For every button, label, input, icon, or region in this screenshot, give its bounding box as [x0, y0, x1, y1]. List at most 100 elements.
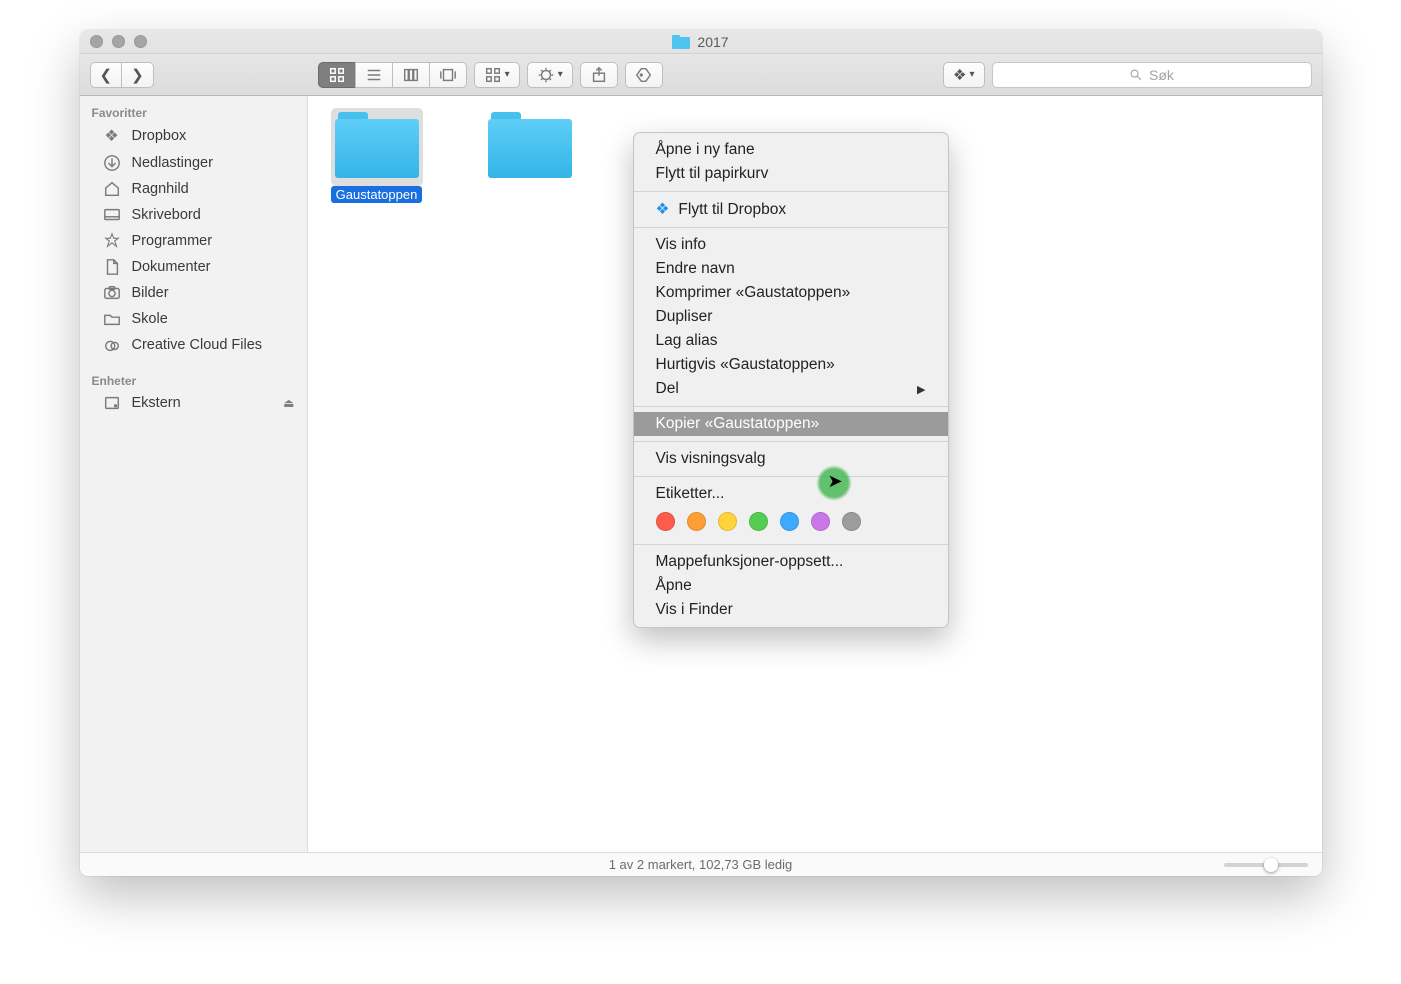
- sidebar-item-creative-cloud[interactable]: Creative Cloud Files: [80, 332, 307, 358]
- sidebar-item-label: Skole: [132, 311, 168, 327]
- status-bar: 1 av 2 markert, 102,73 GB ledig: [80, 852, 1322, 876]
- sidebar-item-dropbox[interactable]: ❖ Dropbox: [80, 122, 307, 150]
- minimize-icon[interactable]: [112, 35, 125, 48]
- menu-duplicate[interactable]: Dupliser: [634, 305, 948, 329]
- menu-make-alias[interactable]: Lag alias: [634, 329, 948, 353]
- sidebar-item-skole[interactable]: Skole: [80, 306, 307, 332]
- dropbox-icon: ❖: [953, 66, 966, 84]
- dropbox-toolbar-button[interactable]: ❖ ▾: [943, 62, 984, 88]
- menu-separator: [634, 227, 948, 228]
- folder-icon: [102, 310, 122, 328]
- disk-icon: [102, 394, 122, 412]
- sidebar-item-ragnhild[interactable]: Ragnhild: [80, 176, 307, 202]
- sidebar-item-label: Ekstern: [132, 395, 181, 411]
- pictures-icon: [102, 284, 122, 302]
- gallery-view-button[interactable]: [429, 62, 467, 88]
- search-placeholder: Søk: [1149, 67, 1174, 83]
- sidebar-item-nedlastinger[interactable]: Nedlastinger: [80, 150, 307, 176]
- share-button[interactable]: [580, 62, 618, 88]
- tag-color-dot[interactable]: [811, 512, 830, 531]
- tag-color-row: [634, 506, 948, 539]
- sidebar-item-label: Dropbox: [132, 128, 187, 144]
- close-icon[interactable]: [90, 35, 103, 48]
- folder-item-unnamed[interactable]: [481, 112, 579, 184]
- menu-separator: [634, 544, 948, 545]
- context-menu: Åpne i ny fane Flytt til papirkurv ❖ Fly…: [633, 132, 949, 628]
- nav-buttons: ❮ ❯: [90, 62, 154, 88]
- menu-move-trash[interactable]: Flytt til papirkurv: [634, 162, 948, 186]
- window-title-text: 2017: [697, 34, 728, 50]
- search-icon: [1129, 68, 1143, 82]
- main-content: Gaustatoppen Åpne i ny fane Flytt til pa…: [308, 96, 1322, 852]
- menu-rename[interactable]: Endre navn: [634, 257, 948, 281]
- sidebar-item-bilder[interactable]: Bilder: [80, 280, 307, 306]
- folder-icon: [672, 35, 690, 49]
- fullscreen-icon[interactable]: [134, 35, 147, 48]
- applications-icon: [102, 232, 122, 250]
- documents-icon: [102, 258, 122, 276]
- menu-tags-label: Etiketter...: [634, 482, 948, 506]
- tag-color-dot[interactable]: [749, 512, 768, 531]
- menu-get-info[interactable]: Vis info: [634, 233, 948, 257]
- menu-separator: [634, 191, 948, 192]
- tags-button[interactable]: [625, 62, 663, 88]
- sidebar-item-dokumenter[interactable]: Dokumenter: [80, 254, 307, 280]
- menu-quicklook[interactable]: Hurtigvis «Gaustatoppen»: [634, 353, 948, 377]
- menu-view-options[interactable]: Vis visningsvalg: [634, 447, 948, 471]
- folder-icon: [488, 112, 572, 178]
- finder-window: 2017 ❮ ❯ ▾: [80, 30, 1322, 876]
- menu-compress[interactable]: Komprimer «Gaustatoppen»: [634, 281, 948, 305]
- sidebar-item-label: Programmer: [132, 233, 213, 249]
- menu-separator: [634, 441, 948, 442]
- traffic-lights: [90, 35, 147, 48]
- sidebar-item-programmer[interactable]: Programmer: [80, 228, 307, 254]
- sidebar-item-label: Creative Cloud Files: [132, 337, 263, 353]
- folder-label: Gaustatoppen: [331, 186, 423, 203]
- sidebar-section-favoritter: Favoritter: [80, 102, 307, 122]
- tag-color-dot[interactable]: [687, 512, 706, 531]
- menu-folder-actions[interactable]: Mappefunksjoner-oppsett...: [634, 550, 948, 574]
- window-title: 2017: [672, 34, 728, 50]
- eject-icon[interactable]: ⏏: [283, 396, 294, 410]
- tag-color-dot[interactable]: [842, 512, 861, 531]
- folder-item-gaustatoppen[interactable]: Gaustatoppen: [328, 108, 426, 203]
- home-icon: [102, 180, 122, 198]
- icon-size-slider[interactable]: [1224, 863, 1308, 867]
- sidebar-item-label: Nedlastinger: [132, 155, 213, 171]
- menu-move-dropbox[interactable]: ❖ Flytt til Dropbox: [634, 197, 948, 222]
- titlebar: 2017: [80, 30, 1322, 54]
- search-input[interactable]: Søk: [992, 62, 1312, 88]
- list-view-button[interactable]: [355, 62, 392, 88]
- menu-reveal-finder[interactable]: Vis i Finder: [634, 598, 948, 622]
- chevron-right-icon: ▶: [917, 383, 925, 396]
- tag-color-dot[interactable]: [656, 512, 675, 531]
- sidebar-item-label: Dokumenter: [132, 259, 211, 275]
- sidebar-item-label: Skrivebord: [132, 207, 201, 223]
- column-view-button[interactable]: [392, 62, 429, 88]
- menu-share[interactable]: Del▶: [634, 377, 948, 401]
- sidebar: Favoritter ❖ Dropbox Nedlastinger Ragnhi…: [80, 96, 308, 852]
- menu-separator: [634, 406, 948, 407]
- menu-copy[interactable]: Kopier «Gaustatoppen»: [634, 412, 948, 436]
- menu-open[interactable]: Åpne: [634, 574, 948, 598]
- tag-color-dot[interactable]: [780, 512, 799, 531]
- arrange-button[interactable]: ▾: [474, 62, 520, 88]
- creative-cloud-icon: [102, 336, 122, 354]
- sidebar-section-enheter: Enheter: [80, 370, 307, 390]
- action-button[interactable]: ▾: [527, 62, 573, 88]
- tag-color-dot[interactable]: [718, 512, 737, 531]
- back-button[interactable]: ❮: [90, 62, 122, 88]
- view-mode-segment: [318, 62, 467, 88]
- dropbox-icon: ❖: [102, 126, 122, 146]
- forward-button[interactable]: ❯: [121, 62, 154, 88]
- sidebar-item-label: Ragnhild: [132, 181, 189, 197]
- sidebar-item-skrivebord[interactable]: Skrivebord: [80, 202, 307, 228]
- status-text: 1 av 2 markert, 102,73 GB ledig: [609, 857, 793, 872]
- menu-open-new-tab[interactable]: Åpne i ny fane: [634, 138, 948, 162]
- menu-separator: [634, 476, 948, 477]
- folder-icon: [335, 112, 419, 178]
- download-icon: [102, 154, 122, 172]
- sidebar-item-ekstern[interactable]: Ekstern ⏏: [80, 390, 307, 416]
- toolbar: ❮ ❯ ▾ ▾: [80, 54, 1322, 96]
- icon-view-button[interactable]: [318, 62, 355, 88]
